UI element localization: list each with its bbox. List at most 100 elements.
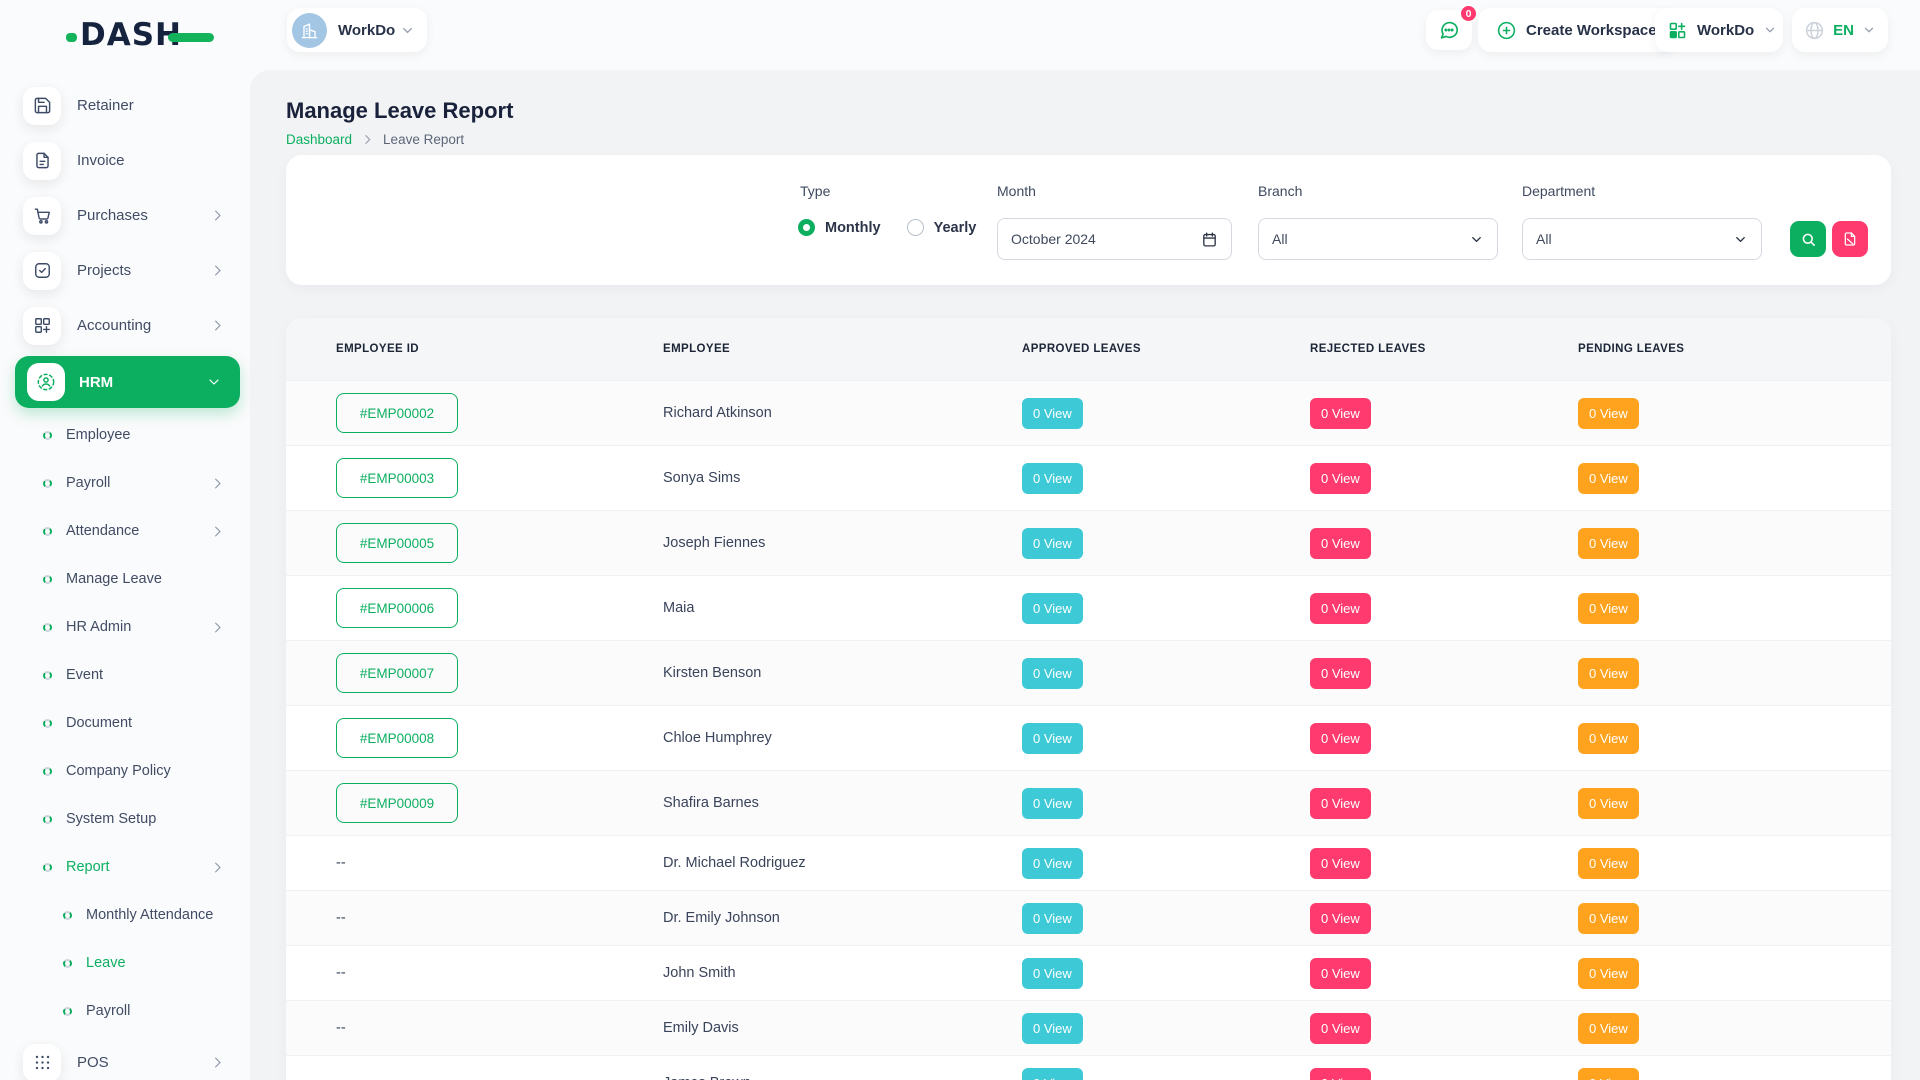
sidebar-item-document[interactable]: Document — [0, 699, 250, 747]
pending-view-badge[interactable]: 0 View — [1578, 658, 1639, 689]
pending-view-badge[interactable]: 0 View — [1578, 1068, 1639, 1080]
employee-name: Dr. Michael Rodriguez — [663, 855, 1022, 871]
sidebar-item-purchases[interactable]: Purchases — [0, 188, 250, 243]
approved-view-badge[interactable]: 0 View — [1022, 658, 1083, 689]
sidebar-item-payroll[interactable]: Payroll — [0, 459, 250, 507]
rejected-view-badge[interactable]: 0 View — [1310, 723, 1371, 754]
pending-view-badge[interactable]: 0 View — [1578, 528, 1639, 559]
bullet-icon — [43, 575, 52, 584]
reset-button[interactable] — [1832, 221, 1868, 257]
employee-id-empty: -- — [336, 1020, 663, 1036]
approved-view-badge[interactable]: 0 View — [1022, 593, 1083, 624]
chevron-right-icon — [210, 476, 225, 491]
pending-view-badge[interactable]: 0 View — [1578, 723, 1639, 754]
table-row: -- Emily Davis 0 View 0 View 0 View — [286, 1000, 1891, 1055]
rejected-view-badge[interactable]: 0 View — [1310, 593, 1371, 624]
create-workspace-button[interactable]: Create Workspace — [1478, 8, 1675, 52]
employee-id-empty: -- — [336, 965, 663, 981]
search-button[interactable] — [1790, 221, 1826, 257]
sidebar-item-employee[interactable]: Employee — [0, 411, 250, 459]
sidebar-item-retainer[interactable]: Retainer — [0, 78, 250, 133]
approved-view-badge[interactable]: 0 View — [1022, 463, 1083, 494]
rejected-view-badge[interactable]: 0 View — [1310, 848, 1371, 879]
chevron-down-icon — [206, 374, 222, 390]
sidebar-item-projects[interactable]: Projects — [0, 243, 250, 298]
employee-name: Joseph Fiennes — [663, 535, 1022, 551]
approved-view-badge[interactable]: 0 View — [1022, 1013, 1083, 1044]
table-row: #EMP00006 Maia 0 View 0 View 0 View — [286, 575, 1891, 640]
rejected-view-badge[interactable]: 0 View — [1310, 463, 1371, 494]
pending-view-badge[interactable]: 0 View — [1578, 463, 1639, 494]
sidebar-item-hr-admin[interactable]: HR Admin — [0, 603, 250, 651]
workspace-selector[interactable]: WorkDo — [287, 8, 427, 52]
pending-view-badge[interactable]: 0 View — [1578, 958, 1639, 989]
rejected-view-badge[interactable]: 0 View — [1310, 658, 1371, 689]
branch-select[interactable]: All — [1258, 218, 1498, 260]
bullet-icon — [43, 623, 52, 632]
sidebar-item-leave[interactable]: Leave — [0, 939, 250, 987]
sidebar-item-company-policy[interactable]: Company Policy — [0, 747, 250, 795]
approved-view-badge[interactable]: 0 View — [1022, 903, 1083, 934]
employee-name: Sonya Sims — [663, 470, 1022, 486]
employee-id-pill[interactable]: #EMP00003 — [336, 458, 458, 498]
employee-id-pill[interactable]: #EMP00002 — [336, 393, 458, 433]
approved-view-badge[interactable]: 0 View — [1022, 1068, 1083, 1080]
approved-view-badge[interactable]: 0 View — [1022, 958, 1083, 989]
rejected-view-badge[interactable]: 0 View — [1310, 958, 1371, 989]
employee-id-pill[interactable]: #EMP00007 — [336, 653, 458, 693]
chat-bubble-icon — [1438, 19, 1460, 41]
employee-id-pill[interactable]: #EMP00005 — [336, 523, 458, 563]
create-workspace-label: Create Workspace — [1526, 22, 1657, 39]
sidebar-item-pos[interactable]: POS — [0, 1035, 250, 1080]
month-filter-label: Month — [997, 183, 1036, 199]
approved-view-badge[interactable]: 0 View — [1022, 398, 1083, 429]
pending-view-badge[interactable]: 0 View — [1578, 1013, 1639, 1044]
workspace-avatar-building-icon — [292, 13, 327, 48]
employee-name: Emily Davis — [663, 1020, 1022, 1036]
employee-name: Dr. Emily Johnson — [663, 910, 1022, 926]
month-input[interactable]: October 2024 — [997, 218, 1232, 260]
employee-id-pill[interactable]: #EMP00008 — [336, 718, 458, 758]
rejected-view-badge[interactable]: 0 View — [1310, 1068, 1371, 1080]
approved-view-badge[interactable]: 0 View — [1022, 723, 1083, 754]
sidebar-item-attendance[interactable]: Attendance — [0, 507, 250, 555]
rejected-view-badge[interactable]: 0 View — [1310, 528, 1371, 559]
pos-icon — [23, 1044, 61, 1080]
approved-view-badge[interactable]: 0 View — [1022, 848, 1083, 879]
messages-button[interactable]: 0 — [1426, 10, 1472, 50]
sidebar-item-report[interactable]: Report — [0, 843, 250, 891]
pending-view-badge[interactable]: 0 View — [1578, 903, 1639, 934]
rejected-view-badge[interactable]: 0 View — [1310, 788, 1371, 819]
leave-report-table: EMPLOYEE ID EMPLOYEE APPROVED LEAVES REJ… — [286, 318, 1891, 1080]
pending-view-badge[interactable]: 0 View — [1578, 593, 1639, 624]
sidebar-item-invoice[interactable]: Invoice — [0, 133, 250, 188]
monthly-radio[interactable] — [798, 219, 815, 236]
rejected-view-badge[interactable]: 0 View — [1310, 903, 1371, 934]
approved-view-badge[interactable]: 0 View — [1022, 788, 1083, 819]
sidebar-item-event[interactable]: Event — [0, 651, 250, 699]
workspace-dropdown[interactable]: WorkDo — [1655, 8, 1783, 52]
pending-view-badge[interactable]: 0 View — [1578, 848, 1639, 879]
breadcrumb-dashboard-link[interactable]: Dashboard — [286, 132, 352, 147]
app-logo[interactable]: DASH — [66, 18, 214, 52]
approved-view-badge[interactable]: 0 View — [1022, 528, 1083, 559]
pending-view-badge[interactable]: 0 View — [1578, 398, 1639, 429]
sidebar-item-monthly-attendance[interactable]: Monthly Attendance — [0, 891, 250, 939]
table-header-row: EMPLOYEE ID EMPLOYEE APPROVED LEAVES REJ… — [286, 318, 1891, 380]
employee-id-empty: -- — [336, 855, 663, 871]
sidebar-item-system-setup[interactable]: System Setup — [0, 795, 250, 843]
department-select[interactable]: All — [1522, 218, 1762, 260]
rejected-view-badge[interactable]: 0 View — [1310, 398, 1371, 429]
rejected-view-badge[interactable]: 0 View — [1310, 1013, 1371, 1044]
pending-view-badge[interactable]: 0 View — [1578, 788, 1639, 819]
language-selector[interactable]: EN — [1792, 8, 1888, 52]
sidebar-item-accounting[interactable]: Accounting — [0, 298, 250, 353]
employee-id-pill[interactable]: #EMP00006 — [336, 588, 458, 628]
sidebar-item-manage-leave[interactable]: Manage Leave — [0, 555, 250, 603]
sidebar-item-hrm[interactable]: HRM — [15, 356, 240, 408]
type-filter-label: Type — [800, 183, 830, 199]
hrm-icon — [27, 363, 65, 401]
employee-id-pill[interactable]: #EMP00009 — [336, 783, 458, 823]
yearly-radio[interactable] — [907, 219, 924, 236]
sidebar-item-payroll[interactable]: Payroll — [0, 987, 250, 1035]
